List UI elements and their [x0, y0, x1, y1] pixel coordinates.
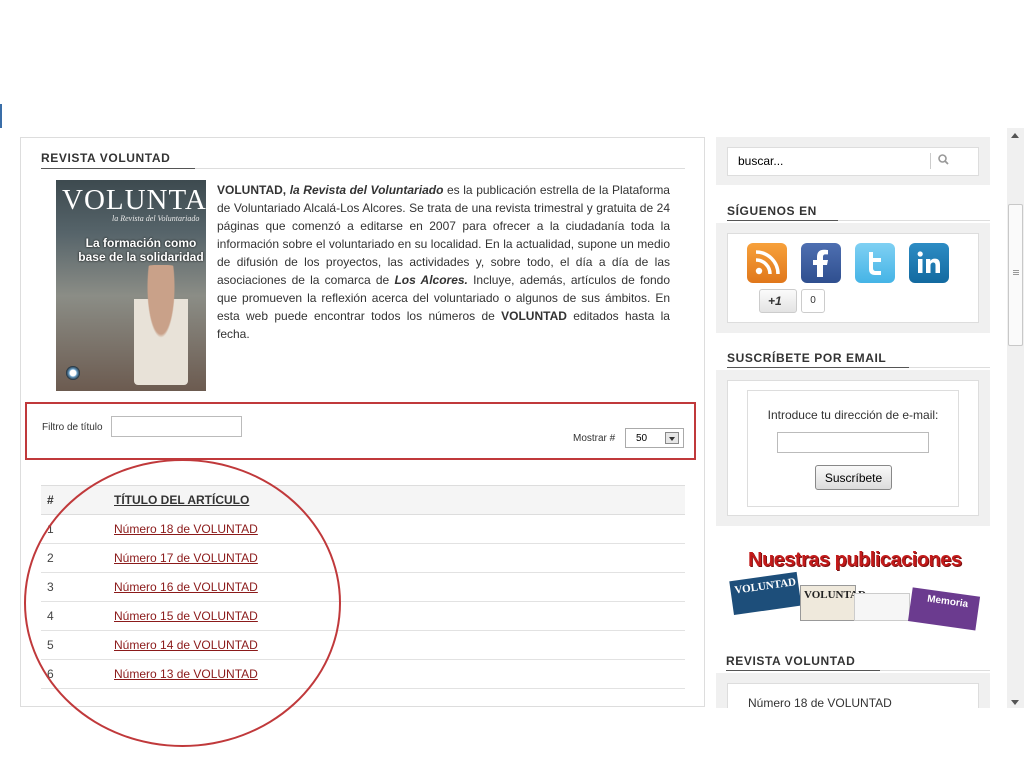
article-link[interactable]: Número 14 de VOLUNTAD [114, 638, 258, 652]
row-number: 6 [41, 659, 114, 689]
heading-underline [727, 220, 838, 221]
table-row: 2 Número 17 de VOLUNTAD [41, 543, 685, 573]
article-link[interactable]: Número 17 de VOLUNTAD [114, 551, 258, 565]
article-link[interactable]: Número 16 de VOLUNTAD [114, 580, 258, 594]
google-plus-label: +1 [768, 294, 782, 308]
intro-tagline: la Revista del Voluntariado [289, 183, 444, 197]
column-header-number[interactable]: # [41, 485, 114, 515]
article-link[interactable]: Número 18 de VOLUNTAD [114, 522, 258, 536]
heading-rule [195, 168, 685, 169]
latest-heading: REVISTA VOLUNTAD [726, 654, 856, 668]
magazine-thumbnail: VOLUNTAD [729, 571, 802, 615]
filter-label: Filtro de título [42, 422, 103, 433]
row-number: 5 [41, 630, 114, 660]
row-number: 3 [41, 572, 114, 602]
google-plus-count: 0 [801, 289, 825, 313]
scroll-up-arrow[interactable] [1011, 133, 1019, 138]
subscribe-button[interactable]: Suscríbete [815, 465, 892, 490]
latest-issue-link[interactable]: Número 18 de VOLUNTAD [748, 696, 892, 710]
heading-underline [41, 168, 195, 169]
intro-region: Los Alcores. [394, 273, 468, 287]
heading-underline [727, 367, 909, 368]
memoria-thumbnail: Memoria [908, 587, 981, 631]
left-edge-marker [0, 104, 2, 128]
chevron-down-icon[interactable] [665, 432, 679, 444]
linkedin-icon[interactable] [909, 243, 949, 283]
subscribe-form: Introduce tu dirección de e-mail: Suscrí… [747, 390, 959, 507]
publications-banner[interactable]: Nuestras publicaciones VOLUNTAD VOLUNTAD… [729, 545, 981, 631]
twitter-icon[interactable] [855, 243, 895, 283]
intro-text-1: es la publicación estrella de la Platafo… [217, 183, 670, 287]
title-filter-input[interactable] [111, 416, 242, 437]
email-prompt: Introduce tu dirección de e-mail: [767, 408, 939, 422]
display-count-select[interactable]: 50 [625, 428, 684, 448]
sidebar-search-box: buscar... [716, 137, 990, 185]
scrollbar-thumb[interactable] [1008, 204, 1023, 346]
article-link[interactable]: Número 15 de VOLUNTAD [114, 609, 258, 623]
intro-brand: VOLUNTAD, [217, 183, 287, 197]
social-panel: +1 0 [727, 233, 979, 323]
cover-projector [66, 366, 80, 380]
facebook-icon[interactable] [801, 243, 841, 283]
scrollbar-grip-icon [1013, 270, 1019, 271]
latest-panel: Número 18 de VOLUNTAD [727, 683, 979, 710]
row-number: 4 [41, 601, 114, 631]
search-icon[interactable] [936, 152, 952, 168]
table-row: 4 Número 15 de VOLUNTAD [41, 601, 685, 631]
display-count-value: 50 [636, 433, 648, 444]
memoria-label: Memoria [926, 593, 969, 611]
cover-title: VOLUNTAD [62, 184, 206, 216]
section-heading: REVISTA VOLUNTAD [41, 151, 171, 165]
heading-rule [880, 670, 990, 671]
email-field[interactable] [777, 432, 929, 453]
magazine-cover-image[interactable]: VOLUNTAD la Revista del Voluntariado La … [56, 180, 206, 391]
search-field[interactable]: buscar... [727, 147, 979, 176]
heading-rule [838, 220, 990, 221]
filter-bar: Filtro de título Mostrar # 50 [25, 402, 696, 460]
subscribe-panel: Introduce tu dirección de e-mail: Suscrí… [727, 380, 979, 516]
row-number: 1 [41, 514, 114, 544]
article-link[interactable]: Número 13 de VOLUNTAD [114, 667, 258, 681]
cover-photo-person [134, 265, 188, 385]
display-count-label: Mostrar # [573, 433, 616, 444]
magazine-thumbnail: VOLUNTAD [800, 585, 866, 621]
search-input[interactable]: buscar... [738, 154, 783, 168]
cover-headline: La formación como base de la solidaridad [78, 236, 204, 264]
main-panel: REVISTA VOLUNTAD VOLUNTAD la Revista del… [20, 137, 705, 707]
table-row: 6 Número 13 de VOLUNTAD [41, 659, 685, 689]
sidebar-follow-box: +1 0 [716, 223, 990, 333]
vertical-scrollbar[interactable] [1007, 128, 1024, 708]
intro-brand-2: VOLUNTAD [501, 309, 567, 323]
table-row: 3 Número 16 de VOLUNTAD [41, 572, 685, 602]
rss-icon[interactable] [747, 243, 787, 283]
table-row: 1 Número 18 de VOLUNTAD [41, 514, 685, 544]
follow-heading: SÍGUENOS EN [727, 204, 817, 218]
intro-paragraph: VOLUNTAD, la Revista del Voluntariado es… [217, 181, 670, 343]
heading-underline [726, 670, 880, 671]
table-header-row: # TÍTULO DEL ARTÍCULO [41, 485, 685, 515]
cover-subtitle: la Revista del Voluntariado [112, 214, 200, 223]
column-header-title[interactable]: TÍTULO DEL ARTÍCULO [114, 485, 685, 515]
report-thumbnail [854, 593, 910, 621]
search-separator [930, 153, 931, 169]
publications-title: Nuestras publicaciones [748, 549, 962, 571]
subscribe-heading: SUSCRÍBETE POR EMAIL [727, 351, 887, 365]
heading-rule [909, 367, 990, 368]
row-number: 2 [41, 543, 114, 573]
google-plus-button[interactable]: +1 [759, 289, 797, 313]
articles-table: # TÍTULO DEL ARTÍCULO 1 Número 18 de VOL… [41, 485, 685, 689]
magazine-thumbnail-title: VOLUNTAD [733, 576, 797, 597]
sidebar-latest-box: Número 18 de VOLUNTAD [716, 673, 990, 710]
table-row: 5 Número 14 de VOLUNTAD [41, 630, 685, 660]
sidebar-subscribe-box: Introduce tu dirección de e-mail: Suscrí… [716, 370, 990, 526]
scroll-down-arrow[interactable] [1011, 700, 1019, 705]
